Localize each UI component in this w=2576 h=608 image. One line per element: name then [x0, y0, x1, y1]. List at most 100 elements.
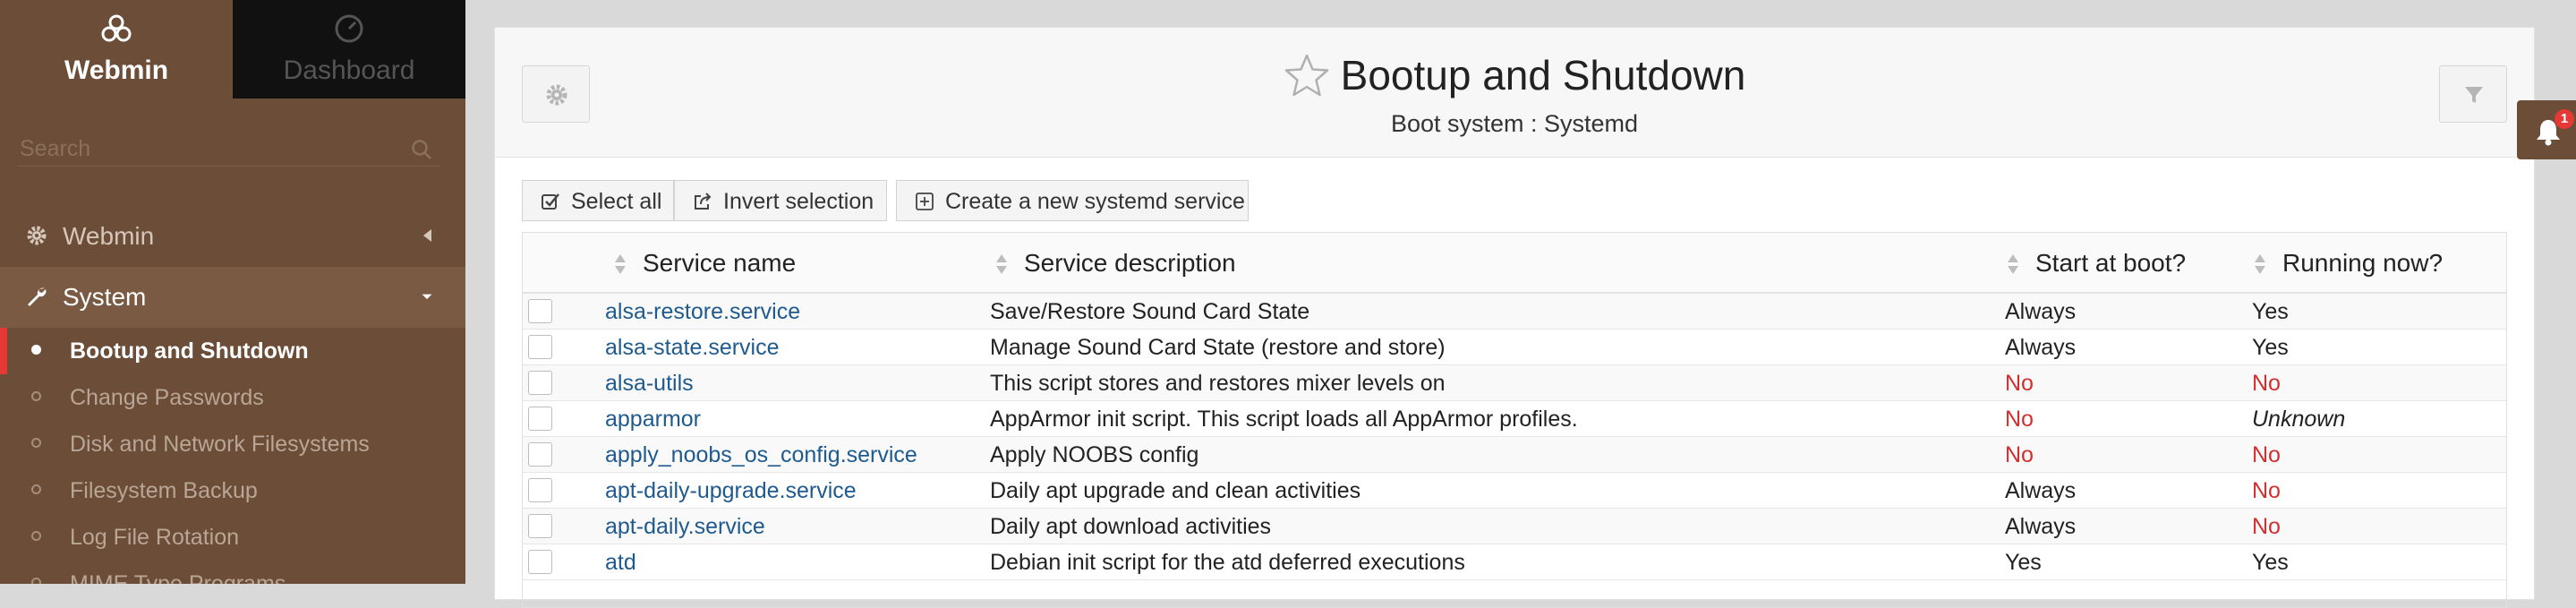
service-description: Daily apt download activities [990, 514, 1272, 539]
invert-selection-button[interactable]: Invert selection [674, 180, 887, 221]
sidebar-category-label: Webmin [63, 222, 155, 250]
row-checkbox[interactable] [528, 550, 552, 574]
row-checkbox[interactable] [528, 514, 552, 538]
row-checkbox[interactable] [528, 335, 552, 359]
table-row: apt-daily-upgrade.service Daily apt upgr… [523, 473, 2506, 509]
active-indicator [0, 328, 7, 374]
main-panel: Bootup and Shutdown Boot system : System… [494, 27, 2535, 608]
running-now-value: Yes [2252, 335, 2289, 360]
sidebar-category-label: System [63, 283, 147, 311]
service-description: Apply NOOBS config [990, 442, 1199, 467]
table-header: Service name Service description Start a… [523, 233, 2506, 294]
start-at-boot-value: No [2005, 442, 2034, 467]
start-at-boot-value: Always [2005, 478, 2077, 503]
sort-icon [615, 254, 626, 274]
bullet-icon [31, 391, 41, 401]
service-name-link[interactable]: apt-daily.service [605, 514, 765, 540]
page-subtitle: Boot system : Systemd [1390, 110, 1639, 137]
sidebar-item-label: Change Passwords [70, 385, 264, 410]
service-description: This script stores and restores mixer le… [990, 371, 1446, 396]
row-checkbox[interactable] [528, 407, 552, 431]
notifications-button[interactable]: 1 [2517, 100, 2576, 159]
service-description: Daily apt upgrade and clean activities [990, 478, 1361, 503]
table-row: alsa-restore.service Save/Restore Sound … [523, 294, 2506, 330]
sidebar-category-webmin[interactable]: Webmin [0, 206, 465, 267]
checkbox-checked-icon [542, 193, 559, 210]
sidebar-item-log-file-rotation[interactable]: Log File Rotation [0, 514, 465, 561]
bullet-icon [31, 578, 41, 584]
column-header-label: Start at boot? [2035, 249, 2187, 277]
service-description: Debian init script for the atd deferred … [990, 550, 1465, 575]
sidebar: Webmin Dashboard Webmin [0, 0, 465, 584]
service-name-link[interactable]: atd [605, 550, 636, 576]
sidebar-category-system[interactable]: System [0, 267, 465, 328]
search-icon[interactable] [410, 138, 433, 161]
notification-count-badge: 1 [2555, 109, 2574, 129]
row-checkbox[interactable] [528, 299, 552, 323]
running-now-value: Yes [2252, 299, 2289, 324]
select-all-label: Select all [571, 189, 662, 214]
tab-webmin[interactable]: Webmin [0, 0, 233, 98]
select-all-button[interactable]: Select all [522, 180, 674, 221]
start-at-boot-value: Always [2005, 335, 2077, 360]
sidebar-item-label: Log File Rotation [70, 525, 240, 550]
filter-button[interactable] [2439, 65, 2507, 123]
bullet-icon [31, 438, 41, 448]
page-header: Bootup and Shutdown Boot system : System… [495, 28, 2534, 158]
sidebar-item-bootup-and-shutdown[interactable]: Bootup and Shutdown [0, 328, 465, 374]
wrench-icon [28, 287, 47, 306]
filter-icon [2465, 87, 2483, 103]
sidebar-item-label: Bootup and Shutdown [70, 338, 309, 364]
create-service-button[interactable]: Create a new systemd service [896, 180, 1249, 221]
service-name-link[interactable]: alsa-state.service [605, 335, 780, 361]
webmin-logo-icon [101, 14, 132, 42]
caret-down-icon [422, 294, 432, 300]
sidebar-item-label: Disk and Network Filesystems [70, 432, 370, 457]
sidebar-item-change-passwords[interactable]: Change Passwords [0, 374, 465, 421]
running-now-value: No [2252, 442, 2281, 467]
column-header-label: Running now? [2282, 249, 2444, 277]
star-icon[interactable] [1284, 53, 1330, 98]
start-at-boot-value: Yes [2005, 550, 2042, 575]
tab-webmin-label: Webmin [64, 56, 169, 85]
sidebar-item-label: MIME Type Programs [70, 571, 286, 584]
caret-left-icon [423, 229, 431, 242]
sidebar-item-disk-and-network-filesystems[interactable]: Disk and Network Filesystems [0, 421, 465, 467]
start-at-boot-value: Always [2005, 299, 2077, 324]
plus-square-icon [916, 193, 934, 210]
sidebar-search [18, 131, 440, 167]
sidebar-item-mime-type-programs[interactable]: MIME Type Programs [0, 561, 465, 584]
title-line: Bootup and Shutdown [1284, 51, 1745, 99]
sort-icon [2255, 254, 2265, 274]
share-square-icon [695, 193, 712, 210]
invert-selection-label: Invert selection [723, 189, 874, 214]
services-table: Service name Service description Start a… [522, 232, 2507, 608]
row-checkbox[interactable] [528, 442, 552, 467]
service-name-link[interactable]: alsa-restore.service [605, 299, 800, 325]
table-row: apply_noobs_os_config.service Apply NOOB… [523, 437, 2506, 473]
search-input[interactable] [18, 131, 394, 167]
service-name-link[interactable]: apparmor [605, 407, 701, 432]
row-checkbox[interactable] [528, 371, 552, 395]
service-description: Manage Sound Card State (restore and sto… [990, 335, 1446, 360]
sidebar-tabs: Webmin Dashboard [0, 0, 465, 98]
bullet-icon [31, 484, 41, 494]
start-at-boot-value: No [2005, 371, 2034, 396]
service-name-link[interactable]: apt-daily-upgrade.service [605, 478, 857, 504]
service-description: AppArmor init script. This script loads … [990, 407, 1578, 432]
running-now-value: Yes [2252, 550, 2289, 575]
row-checkbox[interactable] [528, 478, 552, 502]
tab-dashboard[interactable]: Dashboard [233, 0, 465, 98]
bullet-icon [31, 345, 41, 355]
service-name-link[interactable]: alsa-utils [605, 371, 694, 397]
service-name-link[interactable]: apply_noobs_os_config.service [605, 442, 917, 468]
table-row: apt-daily.service Daily apt download act… [523, 509, 2506, 544]
service-description: Save/Restore Sound Card State [990, 299, 1310, 324]
running-now-value: Unknown [2252, 407, 2346, 432]
tab-dashboard-label: Dashboard [283, 56, 415, 85]
table-row: atd Debian init script for the atd defer… [523, 544, 2506, 580]
create-service-label: Create a new systemd service [945, 189, 1245, 214]
sort-icon [996, 254, 1007, 274]
table-row: alsa-state.service Manage Sound Card Sta… [523, 330, 2506, 365]
sidebar-item-filesystem-backup[interactable]: Filesystem Backup [0, 467, 465, 514]
